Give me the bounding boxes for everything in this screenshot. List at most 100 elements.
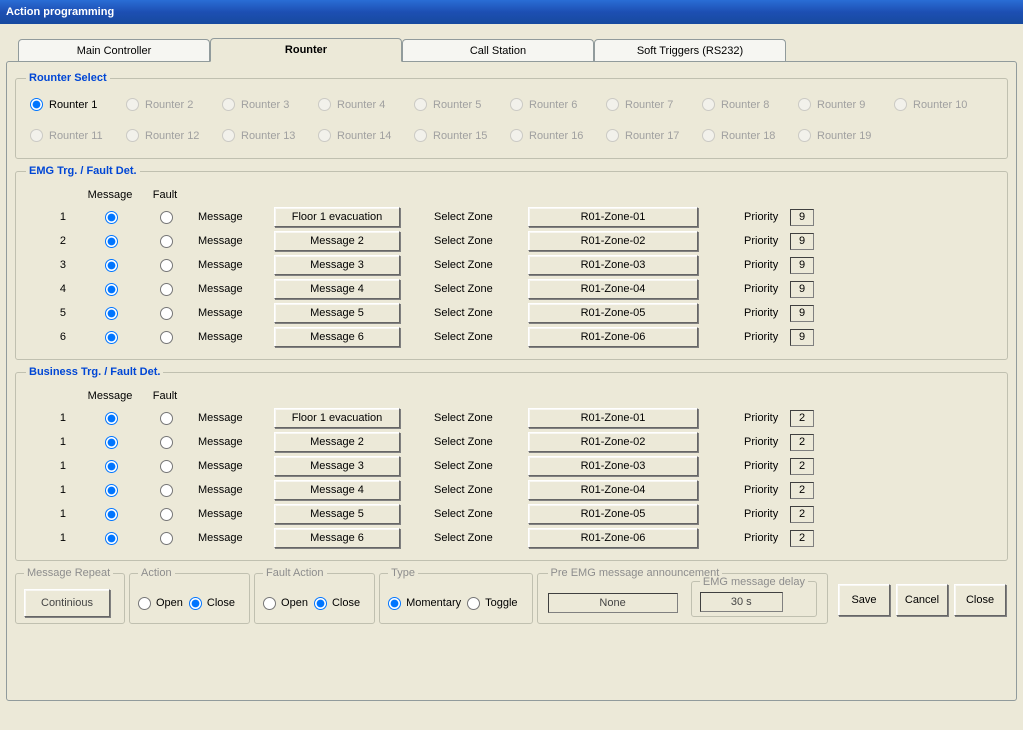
message-button[interactable]: Message 3 — [274, 456, 400, 476]
message-button[interactable]: Floor 1 evacuation — [274, 207, 400, 227]
emg-row: 5MessageMessage 5Select ZoneR01-Zone-05P… — [26, 301, 997, 325]
router-option-8: Rounter 8 — [702, 98, 798, 111]
cancel-button[interactable]: Cancel — [896, 584, 948, 616]
message-radio[interactable] — [105, 307, 118, 320]
fault-radio[interactable] — [160, 331, 173, 344]
message-radio[interactable] — [105, 259, 118, 272]
pre-emg-value: None — [548, 593, 678, 613]
priority-value: 2 — [790, 530, 814, 547]
select-zone-label: Select Zone — [414, 283, 528, 295]
select-zone-label: Select Zone — [414, 508, 528, 520]
action-open-radio[interactable]: Open — [138, 597, 183, 610]
select-zone-button[interactable]: R01-Zone-06 — [528, 528, 698, 548]
fault-action-open-radio[interactable]: Open — [263, 597, 308, 610]
message-button[interactable]: Message 6 — [274, 528, 400, 548]
select-zone-label: Select Zone — [414, 211, 528, 223]
select-zone-button[interactable]: R01-Zone-03 — [528, 456, 698, 476]
fault-radio[interactable] — [160, 532, 173, 545]
save-button[interactable]: Save — [838, 584, 890, 616]
select-zone-button[interactable]: R01-Zone-06 — [528, 327, 698, 347]
message-button[interactable]: Message 4 — [274, 480, 400, 500]
fault-radio[interactable] — [160, 484, 173, 497]
group-action: Action Open Close — [129, 567, 250, 624]
legend-fault-action: Fault Action — [263, 567, 326, 579]
close-button[interactable]: Close — [954, 584, 1006, 616]
message-button[interactable]: Message 4 — [274, 279, 400, 299]
select-zone-label: Select Zone — [414, 412, 528, 424]
fault-action-close-radio[interactable]: Close — [314, 597, 360, 610]
message-radio[interactable] — [105, 211, 118, 224]
select-zone-button[interactable]: R01-Zone-05 — [528, 504, 698, 524]
message-repeat-button[interactable]: Continious — [24, 589, 110, 617]
priority-label: Priority — [718, 307, 790, 319]
message-label: Message — [190, 484, 274, 496]
fault-radio[interactable] — [160, 508, 173, 521]
message-radio[interactable] — [105, 331, 118, 344]
select-zone-button[interactable]: R01-Zone-04 — [528, 279, 698, 299]
group-emg: EMG Trg. / Fault Det. Message Fault 1Mes… — [15, 165, 1008, 360]
router-option-9: Rounter 9 — [798, 98, 894, 111]
select-zone-label: Select Zone — [414, 532, 528, 544]
message-button[interactable]: Message 2 — [274, 231, 400, 251]
group-message-repeat: Message Repeat Continious — [15, 567, 125, 624]
select-zone-button[interactable]: R01-Zone-01 — [528, 207, 698, 227]
select-zone-button[interactable]: R01-Zone-02 — [528, 231, 698, 251]
router-option-1[interactable]: Rounter 1 — [30, 98, 126, 111]
message-label: Message — [190, 331, 274, 343]
row-index: 1 — [26, 412, 80, 424]
fault-radio[interactable] — [160, 436, 173, 449]
window-title: Action programming — [6, 6, 114, 18]
row-index: 1 — [26, 211, 80, 223]
type-toggle-radio[interactable]: Toggle — [467, 597, 517, 610]
select-zone-label: Select Zone — [414, 436, 528, 448]
legend-message-repeat: Message Repeat — [24, 567, 113, 579]
message-radio[interactable] — [105, 235, 118, 248]
router-option-16: Rounter 16 — [510, 129, 606, 142]
router-option-3: Rounter 3 — [222, 98, 318, 111]
message-button[interactable]: Floor 1 evacuation — [274, 408, 400, 428]
type-momentary-radio[interactable]: Momentary — [388, 597, 461, 610]
priority-value: 9 — [790, 233, 814, 250]
message-radio[interactable] — [105, 532, 118, 545]
priority-value: 2 — [790, 482, 814, 499]
fault-radio[interactable] — [160, 259, 173, 272]
fault-radio[interactable] — [160, 235, 173, 248]
select-zone-button[interactable]: R01-Zone-04 — [528, 480, 698, 500]
message-label: Message — [190, 211, 274, 223]
priority-value: 9 — [790, 305, 814, 322]
message-button[interactable]: Message 5 — [274, 504, 400, 524]
fault-radio[interactable] — [160, 460, 173, 473]
message-button[interactable]: Message 2 — [274, 432, 400, 452]
message-button[interactable]: Message 6 — [274, 327, 400, 347]
router-option-13: Rounter 13 — [222, 129, 318, 142]
message-button[interactable]: Message 5 — [274, 303, 400, 323]
tab-main-controller[interactable]: Main Controller — [18, 39, 210, 61]
message-radio[interactable] — [105, 460, 118, 473]
select-zone-button[interactable]: R01-Zone-01 — [528, 408, 698, 428]
tab-call-station[interactable]: Call Station — [402, 39, 594, 61]
select-zone-button[interactable]: R01-Zone-05 — [528, 303, 698, 323]
fault-radio[interactable] — [160, 283, 173, 296]
priority-value: 2 — [790, 506, 814, 523]
select-zone-button[interactable]: R01-Zone-03 — [528, 255, 698, 275]
action-close-radio[interactable]: Close — [189, 597, 235, 610]
message-button[interactable]: Message 3 — [274, 255, 400, 275]
message-radio[interactable] — [105, 412, 118, 425]
message-radio[interactable] — [105, 484, 118, 497]
message-radio[interactable] — [105, 436, 118, 449]
router-option-12: Rounter 12 — [126, 129, 222, 142]
select-zone-button[interactable]: R01-Zone-02 — [528, 432, 698, 452]
fault-radio[interactable] — [160, 211, 173, 224]
select-zone-label: Select Zone — [414, 460, 528, 472]
row-index: 1 — [26, 460, 80, 472]
message-radio[interactable] — [105, 283, 118, 296]
tab-rounter[interactable]: Rounter — [210, 38, 402, 62]
tab-soft-triggers-rs232-[interactable]: Soft Triggers (RS232) — [594, 39, 786, 61]
group-router-select: Rounter Select Rounter 1Rounter 2Rounter… — [15, 72, 1008, 159]
row-index: 3 — [26, 259, 80, 271]
priority-label: Priority — [718, 532, 790, 544]
fault-radio[interactable] — [160, 412, 173, 425]
message-radio[interactable] — [105, 508, 118, 521]
fault-radio[interactable] — [160, 307, 173, 320]
priority-label: Priority — [718, 331, 790, 343]
